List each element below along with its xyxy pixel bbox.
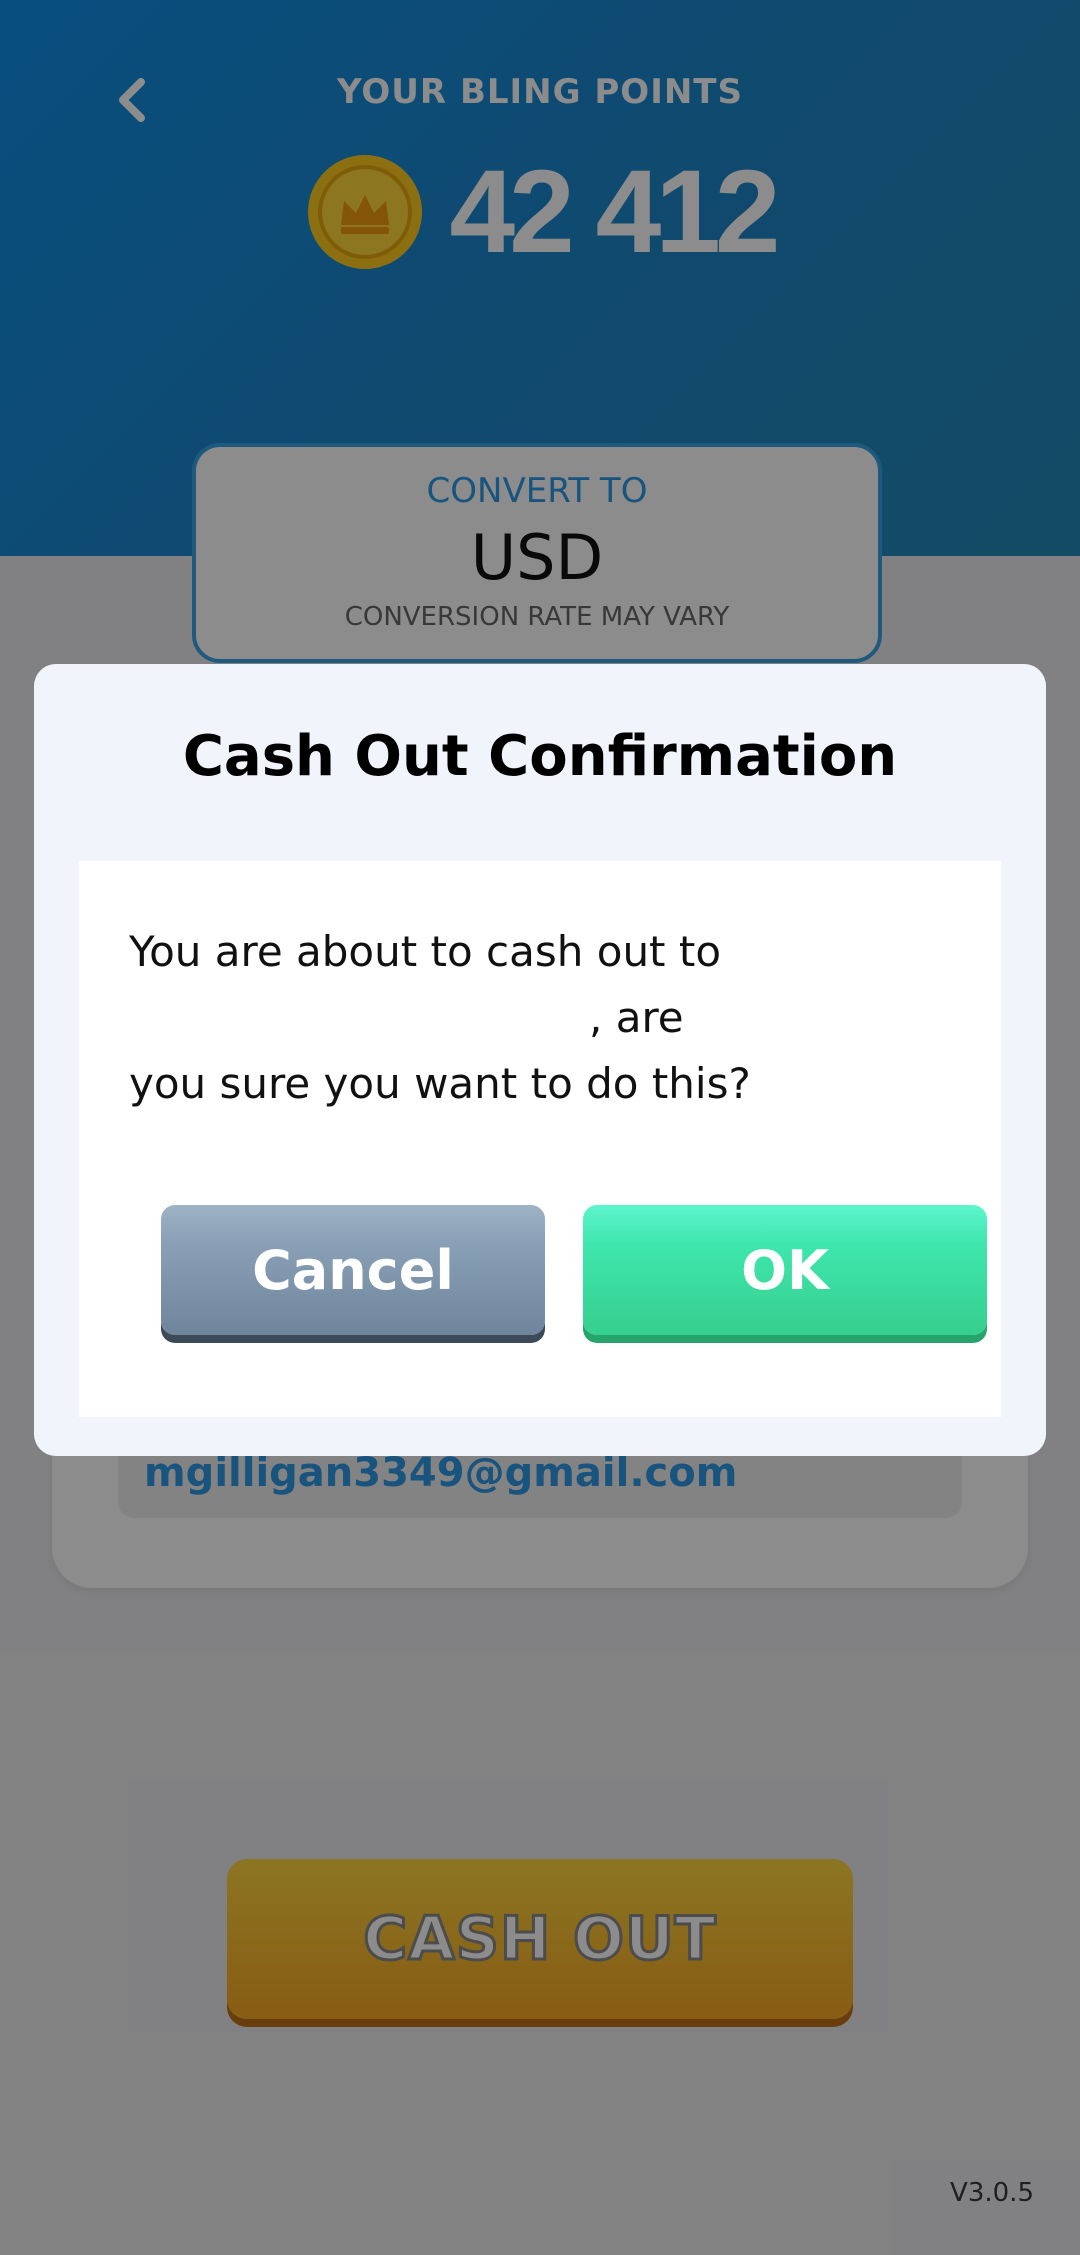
dialog-message: You are about to cash out to , are you s… — [129, 919, 959, 1117]
message-line-2-suffix: , are — [589, 993, 684, 1042]
message-line-3: you sure you want to do this? — [129, 1059, 751, 1108]
cash-out-confirmation-dialog: Cash Out Confirmation You are about to c… — [34, 664, 1046, 1456]
cancel-button[interactable]: Cancel — [161, 1205, 545, 1335]
dialog-body: You are about to cash out to , are you s… — [79, 861, 1001, 1417]
dialog-title: Cash Out Confirmation — [182, 724, 898, 789]
message-line-1: You are about to cash out to — [129, 927, 722, 976]
ok-button[interactable]: OK — [583, 1205, 987, 1335]
